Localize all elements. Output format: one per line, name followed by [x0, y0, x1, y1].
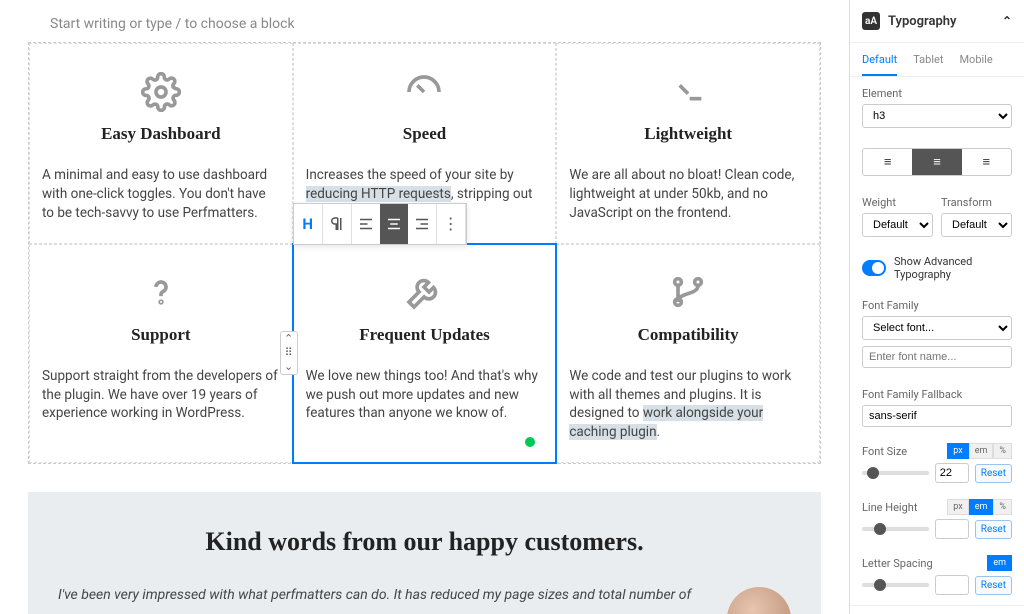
letter-spacing-units: em: [987, 555, 1012, 571]
font-family-select[interactable]: Select font...: [862, 316, 1012, 340]
line-height-input[interactable]: [935, 519, 969, 539]
advanced-typography-label: Show Advanced Typography: [894, 255, 1012, 281]
letter-spacing-label: Letter Spacing: [862, 557, 933, 570]
panel-title: Typography: [888, 14, 957, 29]
font-size-input[interactable]: [935, 463, 969, 483]
block-mover[interactable]: ⌃⠿⌄: [280, 331, 298, 375]
element-select[interactable]: h3: [862, 104, 1012, 128]
unit-px-lh[interactable]: px: [947, 499, 968, 515]
letter-spacing-reset-button[interactable]: Reset: [975, 576, 1012, 595]
advanced-typography-toggle-row: Show Advanced Typography: [850, 247, 1024, 289]
font-size-label: Font Size: [862, 445, 907, 458]
testimonial-avatar: [727, 587, 791, 614]
feature-card[interactable]: Easy Dashboard A minimal and easy to use …: [29, 43, 293, 244]
unit-em-lh[interactable]: em: [969, 499, 994, 515]
unit-em-ls[interactable]: em: [987, 555, 1012, 571]
unit-percent[interactable]: %: [993, 443, 1012, 459]
fallback-label: Font Family Fallback: [862, 388, 1012, 401]
align-center-button[interactable]: [380, 204, 408, 244]
tab-default[interactable]: Default: [862, 53, 897, 76]
feature-card[interactable]: Compatibility We code and test our plugin…: [556, 244, 820, 464]
feature-title: Frequent Updates: [306, 325, 544, 345]
weight-select[interactable]: Default: [862, 213, 933, 237]
element-label: Element: [862, 87, 1012, 100]
panel-typography-header[interactable]: aA Typography ⌃: [850, 0, 1024, 43]
unit-percent-lh[interactable]: %: [993, 499, 1012, 515]
feature-description: We code and test our plugins to work wit…: [569, 367, 807, 443]
font-size-slider[interactable]: [862, 471, 929, 475]
unit-px[interactable]: px: [947, 443, 968, 459]
element-control: Element h3: [850, 77, 1024, 138]
line-height-units: px em %: [947, 499, 1012, 515]
branch-icon: [569, 270, 807, 315]
sidebar: aA Typography ⌃ Default Tablet Mobile El…: [849, 0, 1024, 614]
align-center-button[interactable]: ≡: [912, 149, 961, 175]
line-height-reset-button[interactable]: Reset: [975, 520, 1012, 539]
transform-select[interactable]: Default: [941, 213, 1012, 237]
weight-label: Weight: [862, 196, 933, 209]
fallback-control: Font Family Fallback: [850, 378, 1024, 437]
feature-title: Support: [42, 325, 280, 345]
align-control: ≡ ≡ ≡: [850, 138, 1024, 186]
feature-description: Support straight from the developers of …: [42, 367, 280, 424]
block-placeholder[interactable]: Start writing or type / to choose a bloc…: [0, 0, 849, 42]
panel-spacing-header[interactable]: Spacing ⌄: [850, 605, 1024, 614]
tab-mobile[interactable]: Mobile: [959, 53, 992, 76]
unit-em[interactable]: em: [969, 443, 994, 459]
question-icon: [42, 270, 280, 315]
align-left-button[interactable]: [352, 204, 380, 244]
font-family-control: Font Family Select font...: [850, 289, 1024, 378]
move-up-button[interactable]: ⌃: [281, 332, 297, 346]
wrench-icon: [306, 270, 544, 315]
gear-icon: [42, 69, 280, 114]
feature-card[interactable]: Frequent Updates We love new things too! …: [293, 244, 557, 464]
testimonials-heading: Kind words from our happy customers.: [58, 527, 791, 557]
font-name-input[interactable]: [862, 346, 1012, 368]
transform-label: Transform: [941, 196, 1012, 209]
features-grid: Easy Dashboard A minimal and easy to use …: [28, 42, 821, 464]
font-size-units: px em %: [947, 443, 1012, 459]
feature-card[interactable]: Lightweight We are all about no bloat! Cl…: [556, 43, 820, 244]
move-down-button[interactable]: ⌄: [281, 360, 297, 374]
device-tabs: Default Tablet Mobile: [850, 43, 1024, 77]
typography-icon: aA: [862, 12, 880, 30]
chevron-up-icon: ⌃: [1002, 14, 1012, 28]
code-icon: [569, 69, 807, 114]
line-height-label: Line Height: [862, 501, 917, 514]
line-height-slider[interactable]: [862, 527, 929, 531]
letter-spacing-slider[interactable]: [862, 583, 929, 587]
gauge-icon: [306, 69, 544, 114]
grammar-indicator-icon: [523, 435, 537, 449]
feature-title: Easy Dashboard: [42, 124, 280, 144]
fallback-input[interactable]: [862, 405, 1012, 427]
align-right-button[interactable]: ≡: [962, 149, 1011, 175]
feature-card[interactable]: Support Support straight from the develop…: [29, 244, 293, 464]
testimonial-text: I've been very impressed with what perfm…: [58, 587, 697, 603]
align-left-button[interactable]: ≡: [863, 149, 912, 175]
paragraph-button[interactable]: [323, 204, 351, 244]
testimonials-block: Kind words from our happy customers. I'v…: [28, 492, 821, 614]
letter-spacing-input[interactable]: [935, 575, 969, 595]
advanced-typography-toggle[interactable]: [862, 260, 886, 276]
feature-description: A minimal and easy to use dashboard with…: [42, 166, 280, 223]
block-type-button[interactable]: H: [294, 204, 322, 244]
feature-description: We are all about no bloat! Clean code, l…: [569, 166, 807, 223]
drag-handle[interactable]: ⠿: [281, 346, 297, 360]
feature-title: Lightweight: [569, 124, 807, 144]
feature-description: We love new things too! And that's why w…: [306, 367, 544, 424]
font-family-label: Font Family: [862, 299, 1012, 312]
weight-transform-control: Weight Default Transform Default: [850, 186, 1024, 247]
tab-tablet[interactable]: Tablet: [913, 53, 943, 76]
feature-title: Speed: [306, 124, 544, 144]
align-right-button[interactable]: [408, 204, 436, 244]
more-options-button[interactable]: ⋮: [437, 204, 465, 244]
font-size-reset-button[interactable]: Reset: [975, 464, 1012, 483]
block-toolbar: H ⋮: [293, 203, 467, 245]
feature-title: Compatibility: [569, 325, 807, 345]
editor-canvas[interactable]: Start writing or type / to choose a bloc…: [0, 0, 849, 614]
